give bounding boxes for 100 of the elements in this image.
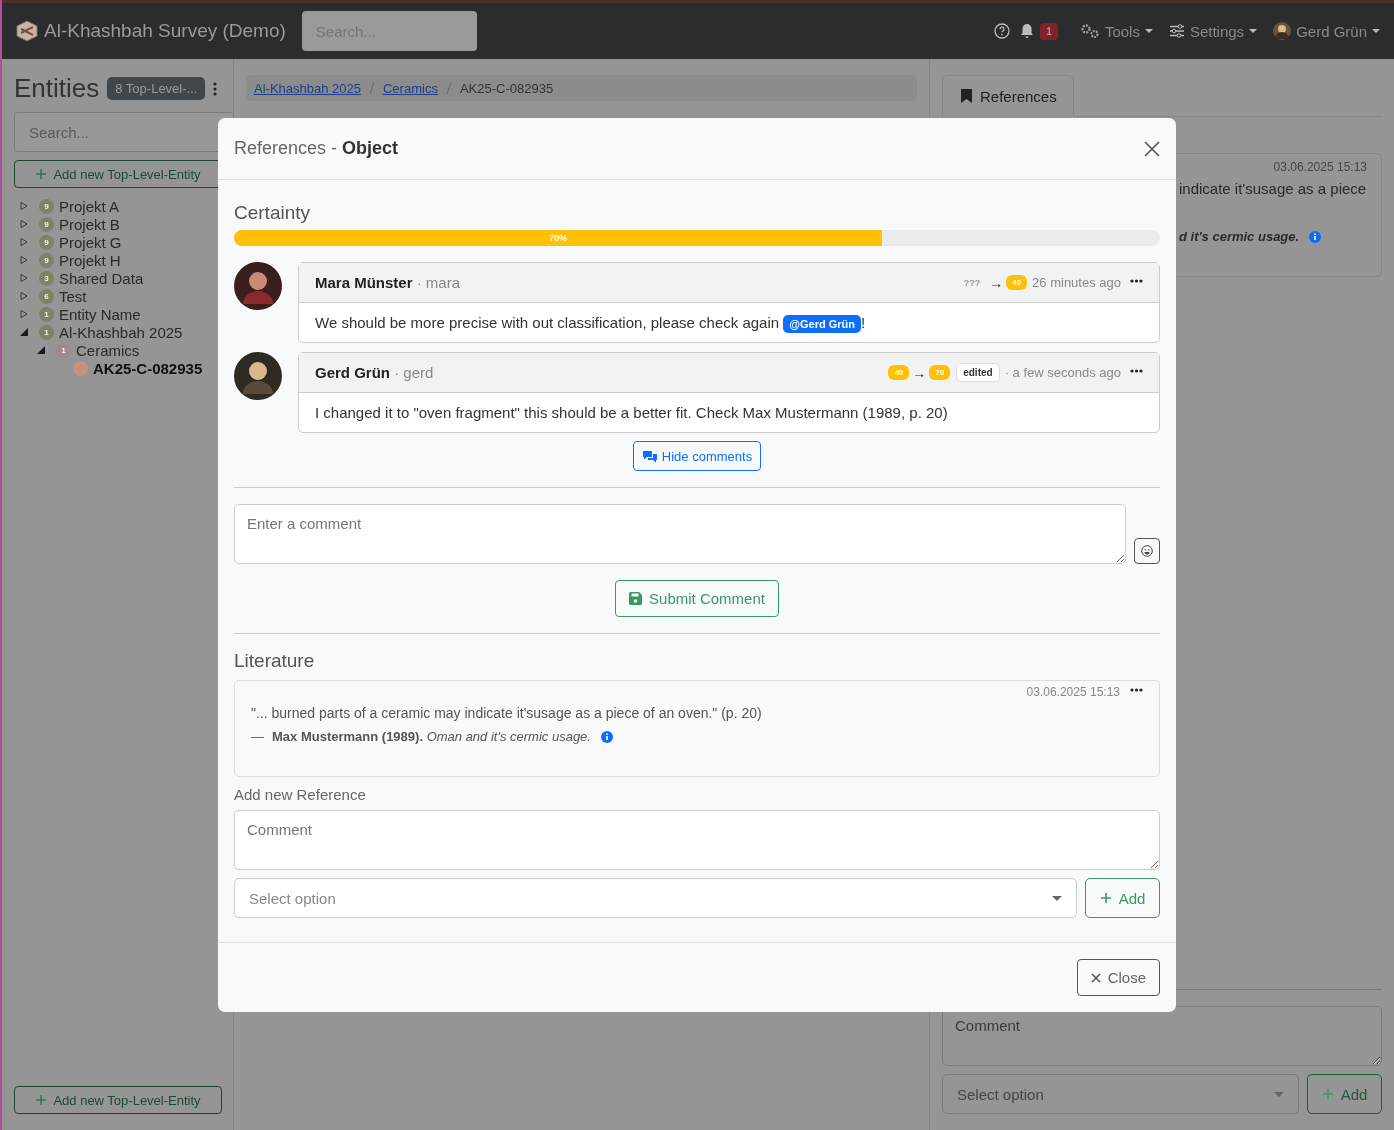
- quote-text: indicate it'susage as a piece: [1179, 180, 1367, 197]
- count-badge: 6: [39, 288, 54, 304]
- tree-item[interactable]: Test: [59, 287, 87, 305]
- progress-value: 70%: [549, 233, 568, 243]
- slash-icon: [445, 82, 452, 94]
- section-heading: Literature: [234, 650, 316, 672]
- plus-icon: [35, 168, 48, 180]
- slash-icon: [369, 82, 375, 94]
- tree-item[interactable]: Al-Khashbah 2025: [59, 323, 183, 341]
- more-icon: [1130, 278, 1143, 283]
- tree-item[interactable]: Entity Name: [59, 305, 141, 323]
- entity-count-badge: 8 Top-Level-...: [107, 77, 206, 100]
- timestamp: 03.06.2025 15:13: [1272, 160, 1367, 174]
- certainty-badge: 40: [1006, 275, 1028, 290]
- comments-icon: [641, 449, 658, 463]
- comment-field[interactable]: Comment: [942, 1006, 1382, 1066]
- dropdown-caret-icon: [1052, 895, 1062, 901]
- breadcrumb-current: AK25-C-082935: [459, 80, 554, 96]
- caret-icon: [1249, 29, 1258, 33]
- certainty-label: ???: [962, 276, 982, 290]
- avatar-icon: [234, 352, 282, 400]
- tree-item[interactable]: Ceramics: [76, 341, 140, 359]
- close-icon: [1090, 972, 1101, 983]
- search-field[interactable]: Search...: [14, 112, 234, 152]
- count-badge: 9: [39, 216, 54, 232]
- comment-time: · a few seconds ago: [1004, 365, 1121, 380]
- section-heading: Certainty: [234, 202, 312, 224]
- arrow-text: →: [912, 364, 927, 381]
- edited-badge: edited: [956, 363, 1000, 382]
- comment-text: We should be more precise with out classification, please check again @Gerd Grün !: [314, 313, 867, 335]
- count-badge: 9: [39, 252, 54, 268]
- references-tab[interactable]: References: [942, 75, 1074, 117]
- bookmark-icon: [961, 89, 972, 103]
- citation-text: Max Mustermann (1989). Oman and it's cermic usage.: [272, 729, 591, 744]
- kebab-menu-icon: [213, 81, 218, 96]
- dash-text: —: [251, 729, 264, 744]
- tools-menu[interactable]: Tools: [1079, 22, 1153, 40]
- more-icon: [1130, 368, 1143, 373]
- close-button[interactable]: Close: [1076, 959, 1160, 996]
- select-field[interactable]: Select option: [942, 1074, 1299, 1114]
- app-title: Al-Khashbah Survey (Demo): [44, 20, 286, 42]
- certainty-badge: 70: [929, 365, 951, 380]
- mention-link[interactable]: @Gerd Grün: [783, 315, 862, 333]
- tree-item[interactable]: Shared Data: [59, 269, 144, 287]
- tree-item[interactable]: Projekt G: [59, 233, 122, 251]
- more-icon: [1130, 688, 1143, 692]
- sliders-icon: [1168, 24, 1185, 38]
- dropdown-caret-icon: [1274, 1091, 1284, 1097]
- citation-text: d it's cermic usage.: [1179, 229, 1300, 244]
- certainty-badge: 40: [888, 365, 910, 380]
- add-button[interactable]: Add: [1085, 878, 1160, 918]
- comment-author: Gerd Grün · gerd: [315, 364, 434, 381]
- tree-item[interactable]: Projekt A: [59, 197, 120, 215]
- gears-icon: [1079, 23, 1100, 39]
- comment-text: I changed it to "oven fragment" this should be a better fit. Check Max Mustermann (1989, p. 20): [314, 403, 949, 423]
- add-entity-button[interactable]: Add new Top-Level-Entity: [14, 1086, 222, 1114]
- emoji-button[interactable]: [1134, 538, 1160, 564]
- avatar-icon: [234, 262, 282, 310]
- breadcrumb-link[interactable]: Ceramics: [383, 80, 438, 96]
- count-badge: 1: [39, 306, 54, 322]
- timestamp: 03.06.2025 15:13: [1026, 685, 1120, 699]
- arrow-text: →: [989, 274, 1004, 291]
- count-badge: 9: [39, 234, 54, 250]
- field-label: Add new Reference: [234, 786, 367, 803]
- count-badge: 3: [39, 270, 54, 286]
- caret-icon: [1144, 29, 1153, 33]
- hide-comments-button[interactable]: Hide comments: [632, 441, 762, 471]
- notification-count: 1: [1040, 22, 1058, 40]
- modal-title: References - Object: [234, 138, 399, 159]
- tree-item[interactable]: Projekt H: [59, 251, 121, 269]
- breadcrumb-link[interactable]: Al-Khashbah 2025: [254, 80, 361, 96]
- smiley-icon: [1141, 545, 1153, 557]
- info-icon: [1309, 230, 1322, 243]
- comment-author: Mara Münster · mara: [315, 274, 461, 291]
- select-field[interactable]: Select option: [234, 878, 1077, 918]
- plus-icon: [1321, 1088, 1334, 1100]
- submit-comment-button[interactable]: Submit Comment: [615, 580, 779, 617]
- add-button[interactable]: Add: [1307, 1074, 1382, 1114]
- help-icon: [994, 23, 1011, 39]
- caret-icon: [1372, 29, 1380, 33]
- info-icon: [600, 730, 613, 743]
- quote-text: "... burned parts of a ceramic may indicate it'susage as a piece of an oven." (p. 20): [251, 705, 763, 721]
- count-badge: 9: [39, 198, 54, 214]
- close-icon: [1144, 140, 1160, 157]
- bell-icon: [1020, 23, 1035, 39]
- tree-item[interactable]: AK25-C-082935: [93, 359, 203, 377]
- plus-icon: [1099, 892, 1112, 904]
- count-badge: 1: [39, 324, 54, 340]
- settings-menu[interactable]: Settings: [1168, 22, 1258, 40]
- comment-time: 26 minutes ago: [1032, 275, 1121, 290]
- comment-field[interactable]: Comment: [234, 810, 1160, 870]
- close-button[interactable]: [1142, 138, 1162, 159]
- tree-item[interactable]: Projekt B: [59, 215, 120, 233]
- user-menu[interactable]: Gerd Grün: [1273, 22, 1380, 40]
- comment-field[interactable]: Enter a comment: [234, 504, 1126, 564]
- avatar-icon: [1273, 22, 1292, 40]
- plus-icon: [35, 1094, 48, 1106]
- sidebar-title: Entities: [14, 73, 100, 104]
- cube-logo-icon: [16, 20, 38, 42]
- count-badge: 1: [56, 342, 71, 358]
